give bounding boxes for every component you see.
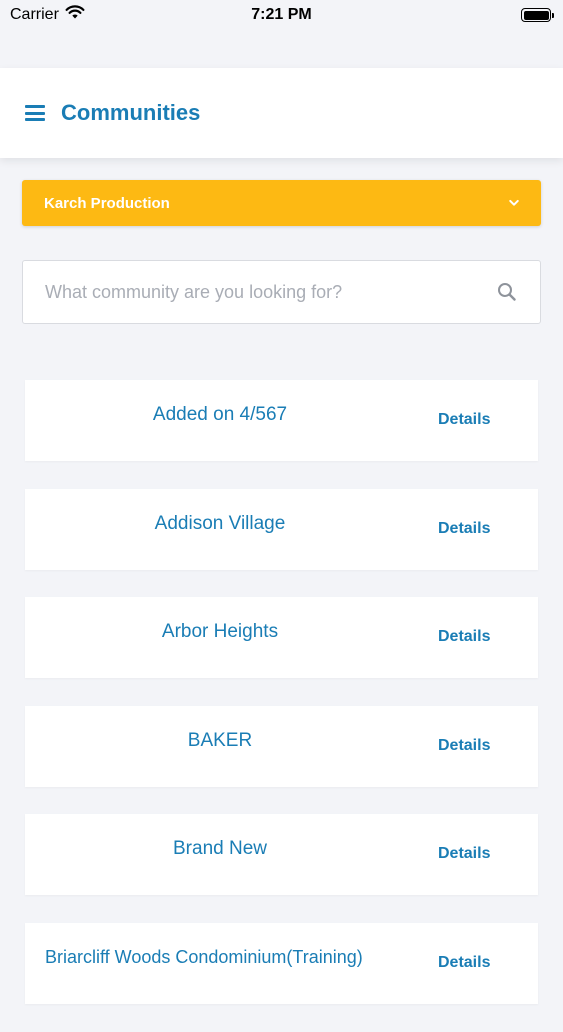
community-list-item[interactable]: Addison Village Details bbox=[25, 488, 538, 570]
community-list-item[interactable]: Added on 4/567 Details bbox=[25, 380, 538, 461]
community-list-item[interactable]: BAKER Details bbox=[25, 705, 538, 787]
battery-icon bbox=[521, 8, 554, 22]
organization-dropdown[interactable]: Karch Production bbox=[22, 180, 541, 226]
details-link[interactable]: Details bbox=[438, 520, 490, 538]
details-link[interactable]: Details bbox=[438, 628, 490, 646]
page-title: Communities bbox=[61, 100, 201, 125]
community-list: Added on 4/567 Details Addison Village D… bbox=[25, 380, 538, 1032]
search-input[interactable] bbox=[45, 281, 465, 303]
details-link[interactable]: Details bbox=[438, 845, 490, 863]
status-bar: Carrier 7:21 PM bbox=[0, 0, 563, 30]
search-box bbox=[22, 260, 541, 324]
community-list-item[interactable]: Brand New Details bbox=[25, 814, 538, 896]
community-name[interactable]: BAKER bbox=[25, 730, 415, 752]
details-link[interactable]: Details bbox=[438, 737, 490, 755]
app-header: Communities bbox=[0, 68, 563, 158]
chevron-down-icon bbox=[509, 198, 519, 208]
organization-selected-label: Karch Production bbox=[44, 194, 170, 212]
hamburger-menu-icon[interactable] bbox=[25, 105, 45, 121]
community-name[interactable]: Briarcliff Woods Condominium(Training) bbox=[45, 947, 425, 968]
community-name[interactable]: Arbor Heights bbox=[25, 621, 415, 643]
community-name[interactable]: Brand New bbox=[25, 838, 415, 860]
community-list-item[interactable]: Briarcliff Woods Condominium(Training) D… bbox=[25, 922, 538, 1004]
search-icon[interactable] bbox=[496, 281, 518, 303]
details-link[interactable]: Details bbox=[438, 954, 490, 972]
community-name[interactable]: Addison Village bbox=[25, 513, 415, 535]
community-name[interactable]: Added on 4/567 bbox=[25, 404, 415, 426]
status-left: Carrier bbox=[10, 5, 85, 25]
carrier-label: Carrier bbox=[10, 6, 59, 23]
wifi-icon bbox=[65, 5, 85, 25]
details-link[interactable]: Details bbox=[438, 411, 490, 429]
community-list-item[interactable]: Arbor Heights Details bbox=[25, 597, 538, 679]
